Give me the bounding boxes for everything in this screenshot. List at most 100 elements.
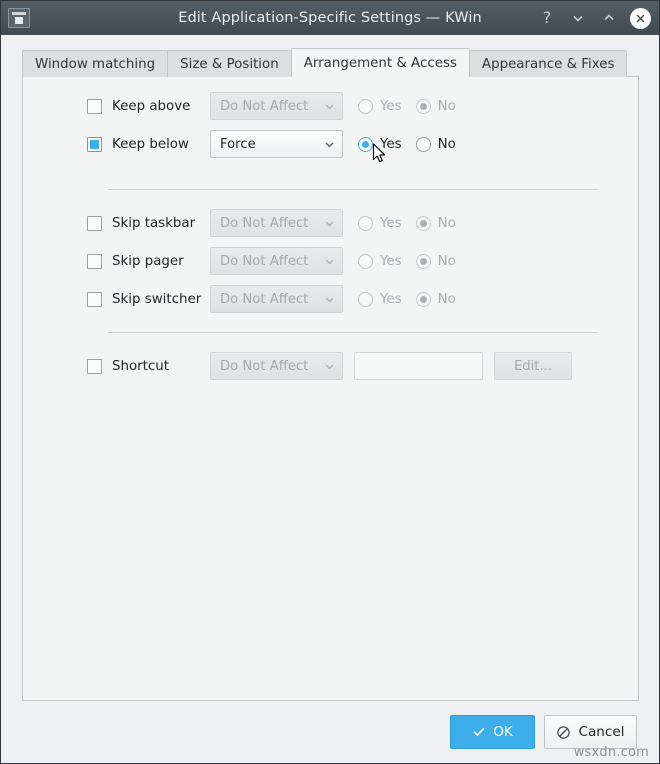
skip-switcher-check-cell[interactable]: Skip switcher [87,291,210,307]
skip-taskbar-radio-yes-label: Yes [380,215,402,231]
cancel-button[interactable]: Cancel [544,715,637,749]
keep-above-checkbox[interactable] [87,98,102,114]
keep-below-combobox-value: Force [220,136,256,152]
keep-below-label: Keep below [112,136,189,152]
keep-above-radio-yes[interactable]: Yes [358,98,402,114]
skip-switcher-radio-no-label: No [437,291,456,307]
chevron-down-icon [323,217,336,230]
block-icon [556,725,571,740]
watermark: wsxdn.com [573,745,649,760]
keep-above-radio-no-dot[interactable] [415,98,431,114]
minimize-icon[interactable] [568,8,588,28]
tab-size-position[interactable]: Size & Position [167,50,292,77]
skip-pager-check-cell[interactable]: Skip pager [87,253,210,269]
keep-below-radio-yes-dot[interactable] [358,136,373,152]
skip-pager-radio-yes-label: Yes [380,253,402,269]
skip-pager-checkbox[interactable] [87,253,102,269]
settings-panel: Keep above Do Not Affect Yes No Keep bel… [22,76,639,701]
skip-pager-radio-yes-dot[interactable] [358,253,373,269]
skip-taskbar-combobox-value: Do Not Affect [220,215,309,231]
skip-taskbar-radio-no[interactable]: No [415,215,456,231]
keep-below-check-cell[interactable]: Keep below [87,136,210,152]
row-skip-pager: Skip pager Do Not Affect Yes No [87,242,598,280]
chevron-down-icon [323,293,336,306]
row-keep-above: Keep above Do Not Affect Yes No [87,87,598,125]
ok-button[interactable]: OK [450,715,535,749]
skip-taskbar-radio-no-dot[interactable] [415,215,431,231]
chevron-down-icon [323,100,336,113]
keep-below-radio-no[interactable]: No [415,136,456,152]
row-skip-taskbar: Skip taskbar Do Not Affect Yes No [87,204,598,242]
shortcut-checkbox[interactable] [87,358,102,374]
skip-pager-radios: Yes No [358,253,470,269]
tab-appearance-fixes[interactable]: Appearance & Fixes [468,50,628,77]
keep-below-radio-yes-label: Yes [380,136,402,152]
close-icon[interactable] [630,7,651,29]
shortcut-check-cell[interactable]: Shortcut [87,358,210,374]
skip-pager-radio-no-label: No [437,253,456,269]
window-settings-icon [8,8,30,28]
keep-below-radio-no-dot[interactable] [415,136,431,152]
skip-taskbar-label: Skip taskbar [112,215,196,231]
cancel-button-label: Cancel [578,724,625,740]
skip-switcher-combobox-value: Do Not Affect [220,291,309,307]
skip-pager-combobox-value: Do Not Affect [220,253,309,269]
chevron-down-icon [323,255,336,268]
ok-button-label: OK [493,724,513,740]
skip-taskbar-checkbox[interactable] [87,215,102,231]
skip-taskbar-combobox[interactable]: Do Not Affect [210,209,343,237]
tab-window-matching[interactable]: Window matching [22,50,169,77]
row-keep-below: Keep below Force Yes No [87,125,598,163]
keep-above-combobox[interactable]: Do Not Affect [210,92,343,120]
skip-taskbar-radios: Yes No [358,215,470,231]
skip-switcher-radio-yes[interactable]: Yes [358,291,402,307]
skip-switcher-radios: Yes No [358,291,470,307]
skip-taskbar-check-cell[interactable]: Skip taskbar [87,215,210,231]
shortcut-combobox[interactable]: Do Not Affect [210,352,343,380]
keep-below-radio-yes[interactable]: Yes [358,136,402,152]
tab-bar: Window matching Size & Position Arrangem… [22,48,628,77]
kwin-settings-dialog: Edit Application-Specific Settings — KWi… [0,0,660,764]
row-skip-switcher: Skip switcher Do Not Affect Yes No [87,280,598,318]
keep-above-check-cell[interactable]: Keep above [87,98,210,114]
skip-pager-combobox[interactable]: Do Not Affect [210,247,343,275]
skip-pager-radio-yes[interactable]: Yes [358,253,402,269]
settings-rows: Keep above Do Not Affect Yes No Keep bel… [87,87,598,385]
maximize-icon[interactable] [599,8,619,28]
titlebar-buttons: ? [537,1,651,35]
skip-taskbar-radio-yes[interactable]: Yes [358,215,402,231]
tab-arrangement-access[interactable]: Arrangement & Access [290,48,470,77]
shortcut-edit-button[interactable]: Edit... [494,352,572,380]
skip-pager-radio-no-dot[interactable] [415,253,431,269]
skip-taskbar-radio-yes-dot[interactable] [358,215,373,231]
skip-switcher-radio-yes-dot[interactable] [358,291,373,307]
keep-below-radio-no-label: No [437,136,456,152]
keep-above-radio-yes-dot[interactable] [358,98,373,114]
skip-pager-label: Skip pager [112,253,184,269]
skip-switcher-label: Skip switcher [112,291,202,307]
skip-taskbar-radio-no-label: No [437,215,456,231]
keep-below-checkbox[interactable] [87,136,102,152]
keep-above-label: Keep above [112,98,191,114]
keep-above-radio-no[interactable]: No [415,98,456,114]
chevron-down-icon [323,138,336,151]
keep-below-combobox[interactable]: Force [210,130,343,158]
skip-pager-radio-no[interactable]: No [415,253,456,269]
help-icon[interactable]: ? [537,8,557,28]
skip-switcher-radio-no-dot[interactable] [415,291,431,307]
keep-above-combobox-value: Do Not Affect [220,98,309,114]
keep-below-radios: Yes No [358,136,470,152]
titlebar[interactable]: Edit Application-Specific Settings — KWi… [1,1,659,35]
shortcut-label: Shortcut [112,358,170,374]
skip-switcher-radio-no[interactable]: No [415,291,456,307]
chevron-down-icon [323,360,336,373]
shortcut-input[interactable] [354,352,483,380]
shortcut-combobox-value: Do Not Affect [220,358,309,374]
check-icon [472,725,486,739]
dialog-buttons: OK Cancel [450,715,637,749]
skip-switcher-combobox[interactable]: Do Not Affect [210,285,343,313]
skip-switcher-checkbox[interactable] [87,291,102,307]
